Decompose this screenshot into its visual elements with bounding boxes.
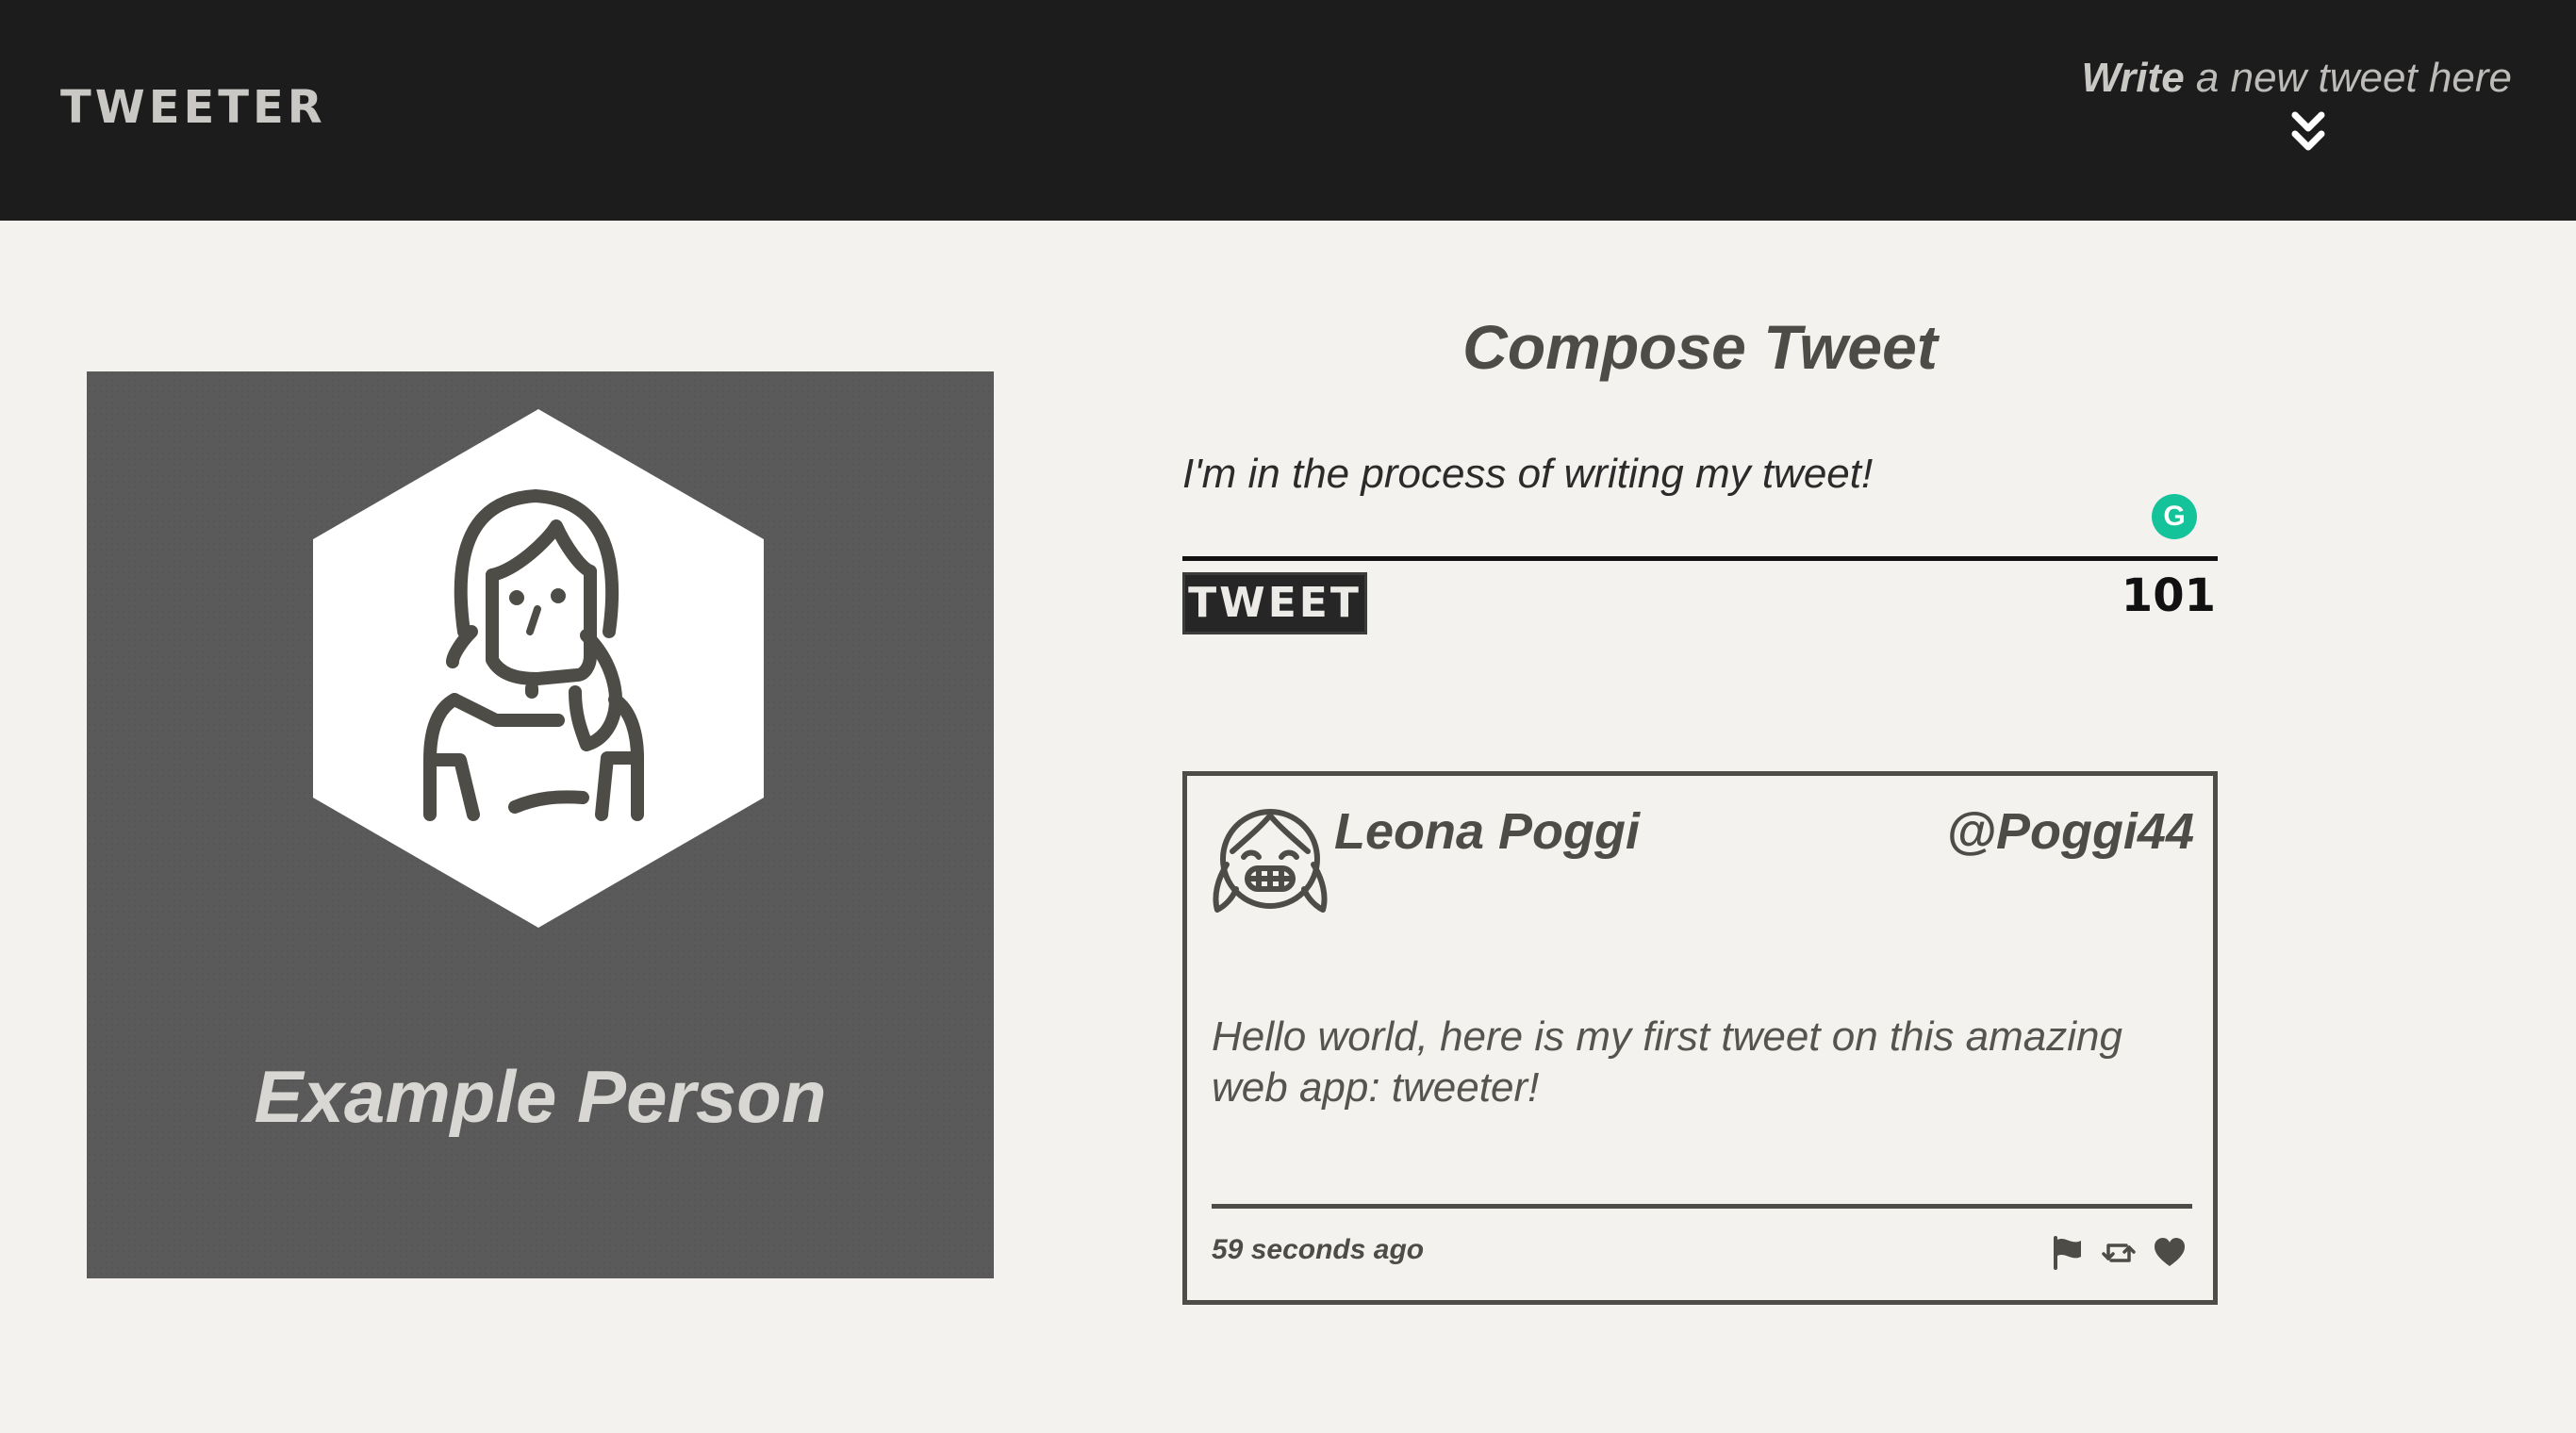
compose-divider bbox=[1182, 556, 2218, 561]
profile-card: Example Person bbox=[87, 371, 994, 1278]
write-rest-label: a new tweet here bbox=[2184, 55, 2512, 101]
user-avatar-icon bbox=[313, 409, 764, 928]
heart-icon[interactable] bbox=[2153, 1236, 2187, 1270]
tweet-divider bbox=[1212, 1204, 2192, 1209]
tweet-avatar-icon bbox=[1213, 809, 1328, 913]
compose-textarea[interactable]: I'm in the process of writing my tweet! bbox=[1182, 451, 2125, 498]
character-counter: 101 bbox=[2121, 569, 2216, 622]
tweet-button[interactable]: TWEET bbox=[1182, 572, 1367, 634]
write-bold-label: Write bbox=[2081, 55, 2185, 101]
compose-title: Compose Tweet bbox=[1462, 312, 1938, 382]
tweet-author-handle: @Poggi44 bbox=[1946, 803, 2194, 860]
tweet-body: Hello world, here is my first tweet on t… bbox=[1212, 1013, 2122, 1111]
grammarly-icon[interactable]: G bbox=[2152, 494, 2197, 539]
flag-icon[interactable] bbox=[2051, 1236, 2085, 1270]
logo: TWEETER bbox=[60, 81, 326, 134]
double-chevron-down-icon[interactable] bbox=[2289, 109, 2327, 155]
tweet-card: Leona Poggi @Poggi44 Hello world, here i… bbox=[1182, 771, 2218, 1305]
tweet-author-name: Leona Poggi bbox=[1334, 803, 1640, 860]
tweet-timestamp: 59 seconds ago bbox=[1212, 1234, 1425, 1265]
write-tweet-link[interactable]: Write a new tweet here bbox=[2081, 55, 2512, 102]
top-nav: TWEETER Write a new tweet here bbox=[0, 0, 2576, 221]
retweet-icon[interactable] bbox=[2102, 1236, 2136, 1270]
profile-name: Example Person bbox=[254, 1055, 827, 1138]
